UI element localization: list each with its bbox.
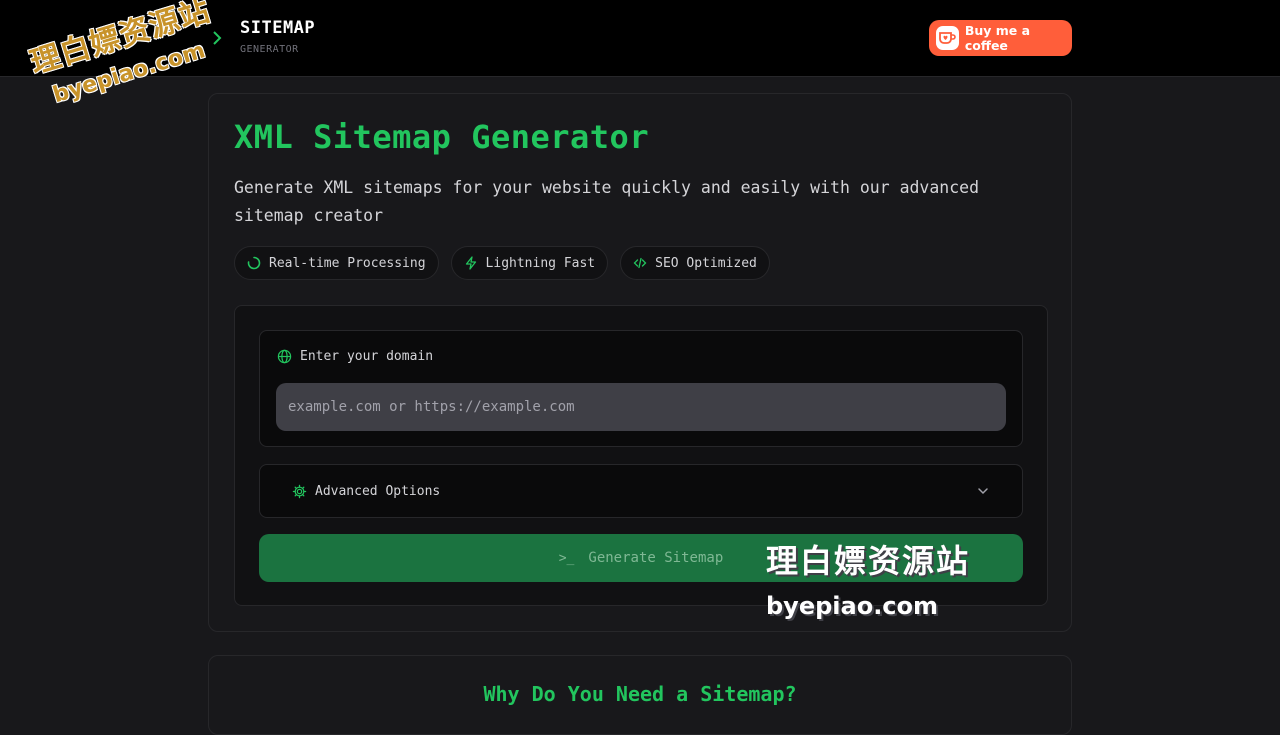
brand-subtitle: GENERATOR (240, 44, 299, 55)
brand-title: SITEMAP (240, 18, 316, 38)
buy-me-a-coffee-button[interactable]: Buy me a coffee (929, 20, 1072, 56)
chevron-down-icon (978, 488, 988, 495)
section-title: Why Do You Need a Sitemap? (483, 682, 797, 706)
domain-input[interactable] (276, 383, 1006, 431)
feature-chips: Real-time Processing Lightning Fast SEO … (234, 246, 770, 280)
domain-label-text: Enter your domain (300, 349, 434, 364)
domain-label: Enter your domain (277, 349, 433, 364)
page-description: Generate XML sitemaps for your website q… (234, 178, 980, 225)
gear-icon (292, 484, 307, 498)
why-sitemap-card: Why Do You Need a Sitemap? (208, 655, 1072, 735)
chip-lightning: Lightning Fast (450, 246, 609, 280)
watermark-cn: 理白嫖资源站 (766, 542, 971, 580)
coffee-cup-icon (936, 26, 959, 50)
chip-realtime: Real-time Processing (234, 246, 439, 280)
loader-icon (247, 256, 261, 270)
code-icon (633, 257, 647, 269)
brand-logo[interactable]: SITEMAP GENERATOR (210, 18, 315, 55)
watermark-bottom-right: 理白嫖资源站 byepiao.com (766, 536, 970, 620)
chip-seo: SEO Optimized (620, 246, 770, 280)
page-title: XML Sitemap Generator (234, 118, 650, 156)
chip-label: Real-time Processing (269, 255, 426, 271)
globe-icon (277, 349, 292, 364)
lightning-icon (465, 256, 476, 270)
chip-label: SEO Optimized (655, 255, 757, 271)
generate-label: Generate Sitemap (588, 550, 724, 566)
domain-section: Enter your domain (259, 330, 1023, 447)
watermark-url: byepiao.com (766, 592, 939, 620)
advanced-options-toggle[interactable]: Advanced Options (259, 464, 1023, 518)
advanced-options-label: Advanced Options (315, 483, 441, 499)
coffee-label: Buy me a coffee (964, 23, 1031, 53)
terminal-icon: >_ (558, 550, 575, 566)
chip-label: Lightning Fast (485, 255, 596, 271)
